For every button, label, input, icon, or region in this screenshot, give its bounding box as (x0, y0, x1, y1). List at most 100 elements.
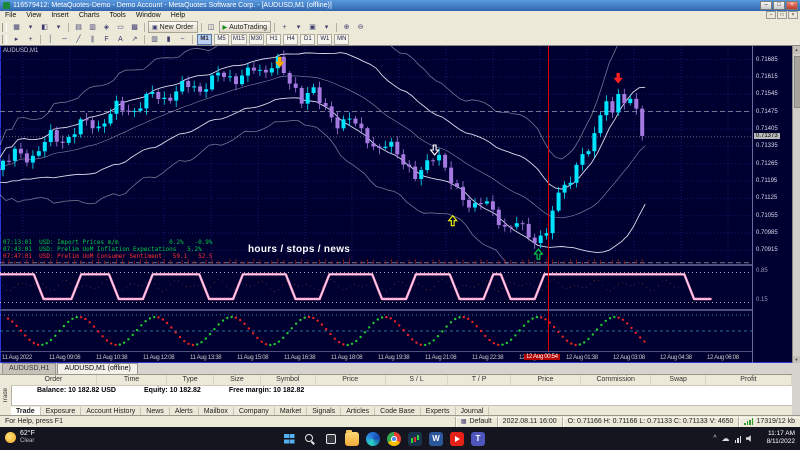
column-header-profit[interactable]: Profit (706, 375, 792, 385)
zoom-in[interactable]: ⊕ (340, 22, 353, 32)
market-watch[interactable]: ▤ (72, 22, 85, 32)
mdi-restore-button[interactable]: □ (777, 11, 787, 19)
column-header-price[interactable]: Price (316, 375, 386, 385)
timeframe-m30[interactable]: M30 (248, 33, 265, 45)
time-axis-label: 11 Aug 12:08 (143, 355, 175, 361)
network-icon[interactable] (734, 435, 741, 443)
fibonacci-tool[interactable]: F (100, 34, 113, 44)
menu-item-view[interactable]: View (21, 11, 46, 21)
data-window[interactable]: ▥ (86, 22, 99, 32)
new-chart[interactable]: ▦ (10, 22, 23, 32)
taskbar-app-teams[interactable]: T (471, 431, 485, 446)
column-header-size[interactable]: Size (214, 375, 261, 385)
crosshair-tool[interactable]: + (24, 34, 37, 44)
down-arrow-marker[interactable] (613, 72, 623, 84)
taskbar-app-start[interactable] (282, 432, 296, 446)
profile-selector[interactable]: ▦ Default (454, 416, 497, 427)
chart-tab-audusd-h1[interactable]: AUDUSD,H1 (2, 363, 57, 374)
column-header-t-p[interactable]: T / P (448, 375, 511, 385)
indicator-dropdown[interactable]: ▾ (292, 22, 305, 32)
menu-item-help[interactable]: Help (166, 11, 190, 21)
chart-tab-audusd-m1-offline[interactable]: AUDUSD,M1 (offline) (57, 363, 138, 374)
price-chart[interactable] (0, 46, 752, 264)
trendline-tool[interactable]: ╱ (72, 34, 85, 44)
line-chart-mode[interactable]: ~ (176, 34, 189, 44)
taskbar-app-youtube[interactable] (450, 431, 464, 446)
taskbar-app-taskview[interactable] (324, 432, 338, 446)
navigator[interactable]: ◈ (100, 22, 113, 32)
menu-item-tools[interactable]: Tools (104, 11, 130, 21)
candlestick-mode[interactable]: ▮ (162, 34, 175, 44)
vertical-line-marker[interactable] (548, 46, 549, 351)
chart-scrollbar[interactable]: ▲ ▼ (792, 46, 800, 364)
column-header-commission[interactable]: Commission (581, 375, 652, 385)
column-header-type[interactable]: Type (167, 375, 215, 385)
menu-item-file[interactable]: File (0, 11, 21, 21)
close-button[interactable]: × (786, 1, 798, 10)
menu-item-insert[interactable]: Insert (46, 11, 74, 21)
dots-indicator-panel[interactable] (0, 311, 752, 351)
scroll-up-icon[interactable]: ▲ (793, 46, 800, 54)
status-ohlcv: O: 0.71166 H: 0.71166 L: 0.71133 C: 0.71… (561, 416, 739, 427)
tray-chevron-icon[interactable]: ^ (713, 435, 716, 442)
maximize-button[interactable]: □ (773, 1, 785, 10)
toolbar-grip[interactable] (2, 22, 7, 32)
price-axis-label: 0.71335 (756, 143, 778, 150)
timeframe-h1[interactable]: H1 (266, 33, 282, 45)
column-header-symbol[interactable]: Symbol (261, 375, 316, 385)
mdi-close-button[interactable]: × (788, 11, 798, 19)
templates[interactable]: ▣ (306, 22, 319, 32)
column-header-swap[interactable]: Swap (651, 375, 706, 385)
column-header-order[interactable]: Order (11, 375, 97, 385)
terminal[interactable]: ▭ (114, 22, 127, 32)
channel-tool[interactable]: ∥ (86, 34, 99, 44)
scrollbar-thumb[interactable] (794, 56, 800, 108)
horizontal-line-tool[interactable]: ─ (58, 34, 71, 44)
bar-chart-mode[interactable]: ▥ (148, 34, 161, 44)
onedrive-cloud-icon[interactable]: ☁ (722, 434, 730, 443)
new-order-icon: ▣ (152, 24, 158, 31)
volume-icon[interactable] (746, 435, 751, 442)
taskbar-clock[interactable]: 11:17 AM 8/11/2022 (767, 430, 795, 446)
timeframe-m15[interactable]: M15 (231, 33, 247, 45)
news-line: 07:13:01 USD: Import Prices m/m 0.2% -0.… (3, 239, 213, 246)
taskbar-app-chrome[interactable] (387, 431, 401, 446)
menu-item-window[interactable]: Window (131, 11, 166, 21)
timeframe-m5[interactable]: M5 (214, 33, 229, 45)
taskbar-app-folder[interactable] (345, 429, 359, 446)
taskbar-app-mt4[interactable] (408, 431, 422, 446)
taskbar-app-edge[interactable] (366, 431, 380, 446)
taskbar-app-word[interactable]: W (429, 431, 443, 446)
mdi-minimize-button[interactable]: – (766, 11, 776, 19)
arrow-tool[interactable]: ↗ (128, 34, 141, 44)
profiles[interactable]: ◧ (38, 22, 51, 32)
toolbar-grip[interactable] (2, 34, 7, 44)
timeframe-mn[interactable]: MN (334, 33, 350, 45)
oscillator-panel[interactable] (0, 266, 752, 309)
new-chart-dropdown[interactable]: ▾ (24, 22, 37, 32)
cursor-tool[interactable]: ▸ (10, 34, 23, 44)
column-header-time[interactable]: Time (97, 375, 168, 385)
weather-widget[interactable]: 62°F Clear (5, 429, 35, 445)
strategy-tester[interactable]: ▩ (128, 22, 141, 32)
menu-item-charts[interactable]: Charts (74, 11, 105, 21)
vertical-line-tool[interactable]: │ (44, 34, 57, 44)
zoom-out[interactable]: ⊖ (354, 22, 367, 32)
timeframe-h4[interactable]: H4 (283, 33, 299, 45)
new-order-button[interactable]: ▣ New Order (148, 21, 198, 33)
metaeditor[interactable]: ◫ (205, 22, 218, 32)
timeframe-w1[interactable]: W1 (317, 33, 333, 45)
autotrading-button[interactable]: ▶ AutoTrading (218, 21, 272, 33)
terminal-side-tab-label: Trade (2, 387, 9, 404)
taskbar-app-search[interactable] (303, 432, 317, 446)
text-tool[interactable]: A (114, 34, 127, 44)
profiles-dropdown[interactable]: ▾ (52, 22, 65, 32)
minimize-button[interactable]: – (760, 1, 772, 10)
templates-dropdown[interactable]: ▾ (320, 22, 333, 32)
column-header-price[interactable]: Price (511, 375, 582, 385)
column-header-s-l[interactable]: S / L (386, 375, 449, 385)
timeframe-m1[interactable]: M1 (197, 33, 212, 45)
add-indicator[interactable]: + (278, 22, 291, 32)
up-arrow-marker[interactable] (533, 248, 544, 260)
timeframe-d1[interactable]: D1 (300, 33, 316, 45)
